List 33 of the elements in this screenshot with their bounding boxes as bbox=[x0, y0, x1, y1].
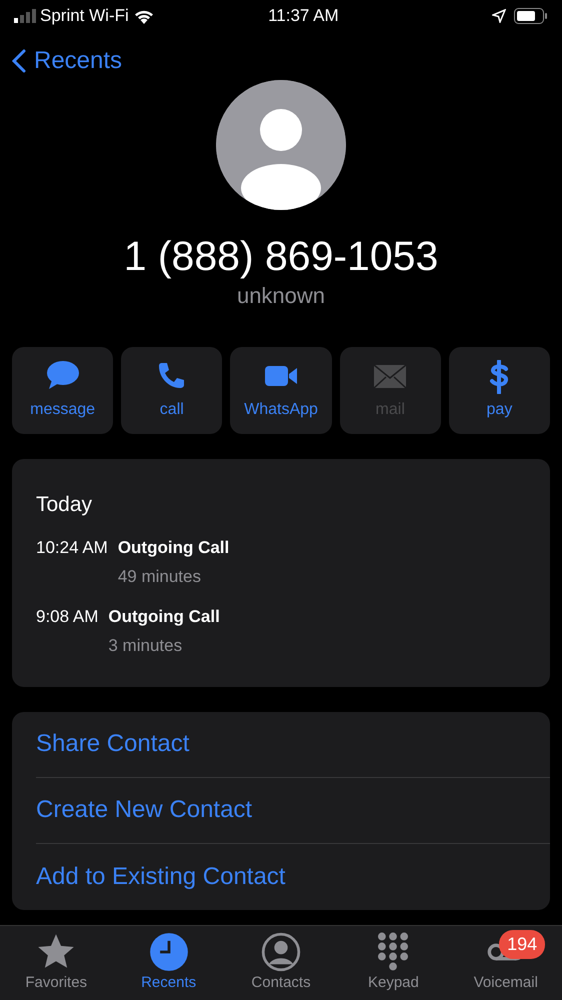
action-button[interactable]: call bbox=[121, 347, 222, 434]
contact-action-link[interactable]: Add to Existing Contact bbox=[36, 844, 550, 910]
call-time: 9:08 AM bbox=[36, 606, 98, 628]
contact-action-link[interactable]: Share Contact bbox=[36, 712, 550, 778]
tab-button[interactable]: Contacts bbox=[224, 926, 338, 1000]
call-duration: 3 minutes bbox=[108, 635, 184, 658]
contact-action-link[interactable]: Create New Contact bbox=[36, 778, 550, 844]
location-icon bbox=[492, 9, 506, 23]
date-heading: Today bbox=[36, 492, 94, 518]
call-type: Outgoing Call bbox=[118, 536, 230, 559]
tab-button[interactable]: Keypad bbox=[337, 926, 450, 1000]
carrier-name: Sprint Wi-Fi bbox=[40, 5, 129, 28]
tab-button[interactable]: Voicemail 194 bbox=[450, 926, 562, 1000]
action-button[interactable]: message bbox=[12, 347, 114, 434]
unread-badge: 194 bbox=[499, 930, 546, 959]
phone-number: 1 (888) 869-1053 bbox=[124, 234, 438, 280]
person-circle-icon bbox=[261, 932, 302, 972]
call-time: 10:24 AM bbox=[36, 536, 108, 559]
clock: 11:37 AM bbox=[268, 5, 339, 28]
number-label: unknown bbox=[236, 282, 326, 310]
battery-icon bbox=[514, 8, 548, 24]
call-type: Outgoing Call bbox=[108, 606, 220, 628]
tab-button[interactable]: Recents bbox=[112, 926, 225, 1000]
wifi-icon bbox=[132, 8, 155, 24]
clock-icon bbox=[148, 932, 189, 972]
avatar-icon bbox=[216, 80, 346, 210]
action-button[interactable]: WhatsApp bbox=[230, 347, 332, 434]
signal-icon bbox=[14, 9, 36, 23]
back-link[interactable]: Recents bbox=[0, 32, 562, 80]
tab-button[interactable]: Favorites bbox=[0, 926, 112, 1000]
call-duration: 49 minutes bbox=[118, 566, 202, 588]
chevron-left-icon bbox=[12, 49, 26, 73]
action-button[interactable]: pay bbox=[448, 347, 550, 434]
